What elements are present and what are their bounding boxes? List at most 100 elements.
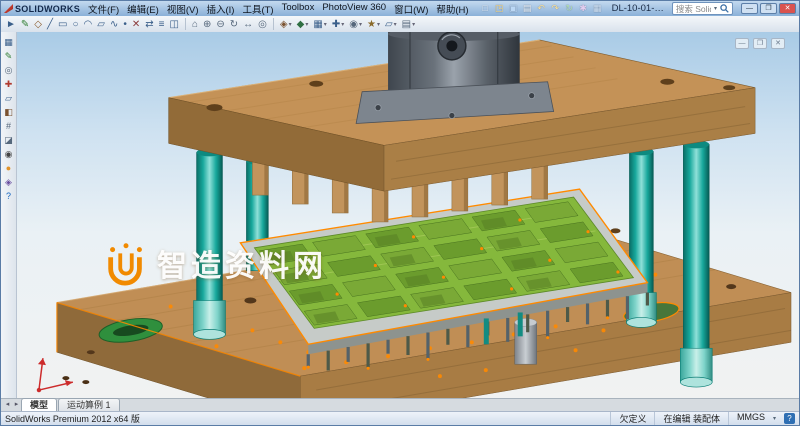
sketch-tool-icon[interactable]: ⇄ bbox=[143, 17, 155, 31]
titlebar-toolbar: □◳▣▤↶↷↻✱▦ bbox=[479, 2, 604, 15]
sketch-tool-icon[interactable]: ✎ bbox=[19, 17, 31, 31]
chevron-down-icon[interactable]: ▾ bbox=[305, 21, 308, 28]
menu-item[interactable]: 文件(F) bbox=[84, 2, 123, 16]
left-tool-icon[interactable]: ▱ bbox=[5, 93, 12, 103]
chevron-down-icon[interactable]: ▾ bbox=[412, 21, 415, 28]
guide-pillar-front-right[interactable] bbox=[680, 140, 712, 387]
document-window-button[interactable]: — bbox=[735, 38, 749, 49]
toolbar-icon[interactable]: ▣ bbox=[507, 2, 520, 15]
menu-item[interactable]: 视图(V) bbox=[163, 2, 203, 16]
toolbar-icon[interactable]: ▦ bbox=[591, 2, 604, 15]
assembly-tool-icon[interactable]: ▤ ▾ bbox=[400, 17, 417, 31]
left-tool-icon[interactable]: # bbox=[6, 121, 11, 131]
left-tool-icon[interactable]: ◪ bbox=[4, 135, 13, 145]
chevron-down-icon[interactable]: ▾ bbox=[394, 21, 397, 28]
window-control-button[interactable]: ❐ bbox=[760, 3, 777, 14]
sketch-tool-icon[interactable]: ▱ bbox=[95, 17, 107, 31]
sketch-tool-icon[interactable]: ◫ bbox=[168, 17, 181, 31]
chevron-down-icon[interactable]: ▾ bbox=[377, 21, 380, 28]
sketch-tool-icon[interactable]: ○ bbox=[70, 17, 80, 31]
menu-item[interactable]: 插入(I) bbox=[202, 2, 238, 16]
tab-group: 模型运动算例 1 bbox=[21, 398, 121, 411]
study-tab[interactable]: 运动算例 1 bbox=[58, 398, 120, 411]
left-tool-icon[interactable]: ◎ bbox=[5, 65, 13, 75]
left-tool-icon[interactable]: ◈ bbox=[5, 177, 12, 187]
toolbar-icon[interactable]: ▤ bbox=[521, 2, 534, 15]
window-control-button[interactable]: ✕ bbox=[779, 3, 796, 14]
toolbar-icon[interactable]: ◳ bbox=[493, 2, 506, 15]
view-tool-icon[interactable]: ⊕ bbox=[201, 17, 213, 31]
assembly-tool-icon[interactable]: ◆ ▾ bbox=[295, 17, 311, 31]
sketch-tool-icon[interactable]: ▭ bbox=[56, 17, 69, 31]
chevron-down-icon[interactable]: ▾ bbox=[324, 21, 327, 28]
menu-item[interactable]: 帮助(H) bbox=[432, 2, 472, 16]
sketch-tool-group: ►✎◇╱▭○◠▱∿•✕⇄≡◫ bbox=[4, 17, 181, 31]
document-title: DL-10-01-… bbox=[612, 3, 664, 14]
left-tool-icon[interactable]: ◉ bbox=[5, 149, 13, 159]
titlebar: SOLIDWORKS 文件(F)编辑(E)视图(V)插入(I)工具(T)Tool… bbox=[1, 1, 799, 16]
assembly-tool-icon[interactable]: ◈ ▾ bbox=[278, 17, 294, 31]
menu-item[interactable]: 编辑(E) bbox=[123, 2, 163, 16]
sketch-tool-icon[interactable]: ≡ bbox=[157, 17, 167, 31]
view-tool-icon[interactable]: ↻ bbox=[228, 17, 240, 31]
sketch-tool-icon[interactable]: ◠ bbox=[82, 17, 95, 31]
chevron-down-icon[interactable]: ▾ bbox=[773, 415, 776, 422]
chevron-down-icon[interactable]: ▾ bbox=[359, 21, 362, 28]
sketch-tool-icon[interactable]: ► bbox=[4, 17, 18, 31]
assembly-tool-icon[interactable]: ◉ ▾ bbox=[347, 17, 364, 31]
window-control-button[interactable]: — bbox=[741, 3, 758, 14]
view-tool-icon[interactable]: ↔ bbox=[241, 17, 255, 31]
left-tool-icon[interactable]: ✚ bbox=[5, 79, 13, 89]
sketch-tool-icon[interactable]: ◇ bbox=[32, 17, 44, 31]
menu-item[interactable]: Toolbox bbox=[278, 2, 319, 16]
view-tool-icon[interactable]: ⌂ bbox=[190, 17, 200, 31]
window-controls: — ❐ ✕ bbox=[741, 3, 796, 14]
left-tool-icon[interactable]: ◧ bbox=[4, 107, 13, 117]
assembly-tool-glyph: ▱ bbox=[385, 19, 393, 30]
3d-scene[interactable] bbox=[17, 32, 799, 398]
toolbar-icon[interactable]: ↻ bbox=[563, 2, 576, 15]
tab-scroll-button[interactable]: ▸ bbox=[12, 399, 21, 411]
menu-item[interactable]: 窗口(W) bbox=[390, 2, 432, 16]
toolbar-icon[interactable]: ↶ bbox=[535, 2, 548, 15]
left-tool-icon[interactable]: ▦ bbox=[4, 37, 13, 47]
sketch-tool-icon[interactable]: ✕ bbox=[130, 17, 142, 31]
sketch-tool-icon[interactable]: • bbox=[121, 17, 129, 31]
toolbar-icon[interactable]: ↷ bbox=[549, 2, 562, 15]
document-window-button[interactable]: ✕ bbox=[771, 38, 785, 49]
chevron-down-icon[interactable]: ▾ bbox=[289, 21, 292, 28]
toolbar-icon[interactable]: ✱ bbox=[577, 2, 590, 15]
document-window-button[interactable]: ❐ bbox=[753, 38, 767, 49]
help-search[interactable]: 搜索 SolidWorks 帮助 ▾ bbox=[672, 2, 733, 15]
assembly-tool-icon[interactable]: ✚ ▾ bbox=[330, 17, 346, 31]
left-tool-icon[interactable]: ✎ bbox=[5, 51, 13, 61]
toolbar-icon[interactable]: □ bbox=[479, 2, 492, 15]
assembly-tool-icon[interactable]: ▦ ▾ bbox=[311, 17, 328, 31]
assembly-tool-glyph: ◈ bbox=[280, 19, 288, 30]
view-tool-icon[interactable]: ⊖ bbox=[214, 17, 226, 31]
sketch-tool-icon[interactable]: ∿ bbox=[108, 17, 120, 31]
view-tool-icon[interactable]: ◎ bbox=[256, 17, 269, 31]
study-tab[interactable]: 模型 bbox=[21, 398, 57, 411]
left-tool-icon[interactable]: ? bbox=[6, 191, 11, 201]
left-tool-icon[interactable]: ● bbox=[6, 163, 11, 173]
quick-tips-icon[interactable]: ? bbox=[784, 413, 795, 424]
guide-pillar-front-left[interactable] bbox=[194, 148, 226, 339]
chevron-down-icon[interactable]: ▾ bbox=[341, 21, 344, 28]
search-input[interactable]: 搜索 SolidWorks 帮助 bbox=[676, 3, 711, 15]
assembly-tool-icon[interactable]: ▱ ▾ bbox=[383, 17, 399, 31]
guide-pillar-rear-right[interactable] bbox=[626, 147, 656, 327]
menu-item[interactable]: 工具(T) bbox=[238, 2, 277, 16]
assembly-tool-icon[interactable]: ★ ▾ bbox=[365, 17, 382, 31]
chevron-down-icon[interactable]: ▾ bbox=[714, 5, 717, 12]
sketch-tool-icon[interactable]: ╱ bbox=[45, 17, 55, 31]
menu-item[interactable]: PhotoView 360 bbox=[318, 2, 390, 16]
window-control-glyph: ✕ bbox=[780, 4, 795, 13]
assembly-tool-glyph: ◆ bbox=[297, 19, 305, 30]
tab-nav-group: ◂▸ bbox=[3, 399, 21, 411]
left-tool-strip: ▦ ✎ ◎ ✚ ▱ ◧ # ◪ ◉ ● ◈? bbox=[1, 32, 17, 398]
tab-scroll-button[interactable]: ◂ bbox=[3, 399, 12, 411]
magnifier-icon[interactable] bbox=[720, 4, 729, 13]
toolbar-divider bbox=[185, 18, 186, 30]
graphics-area[interactable]: 智造资料网 —❐✕ bbox=[17, 32, 799, 398]
